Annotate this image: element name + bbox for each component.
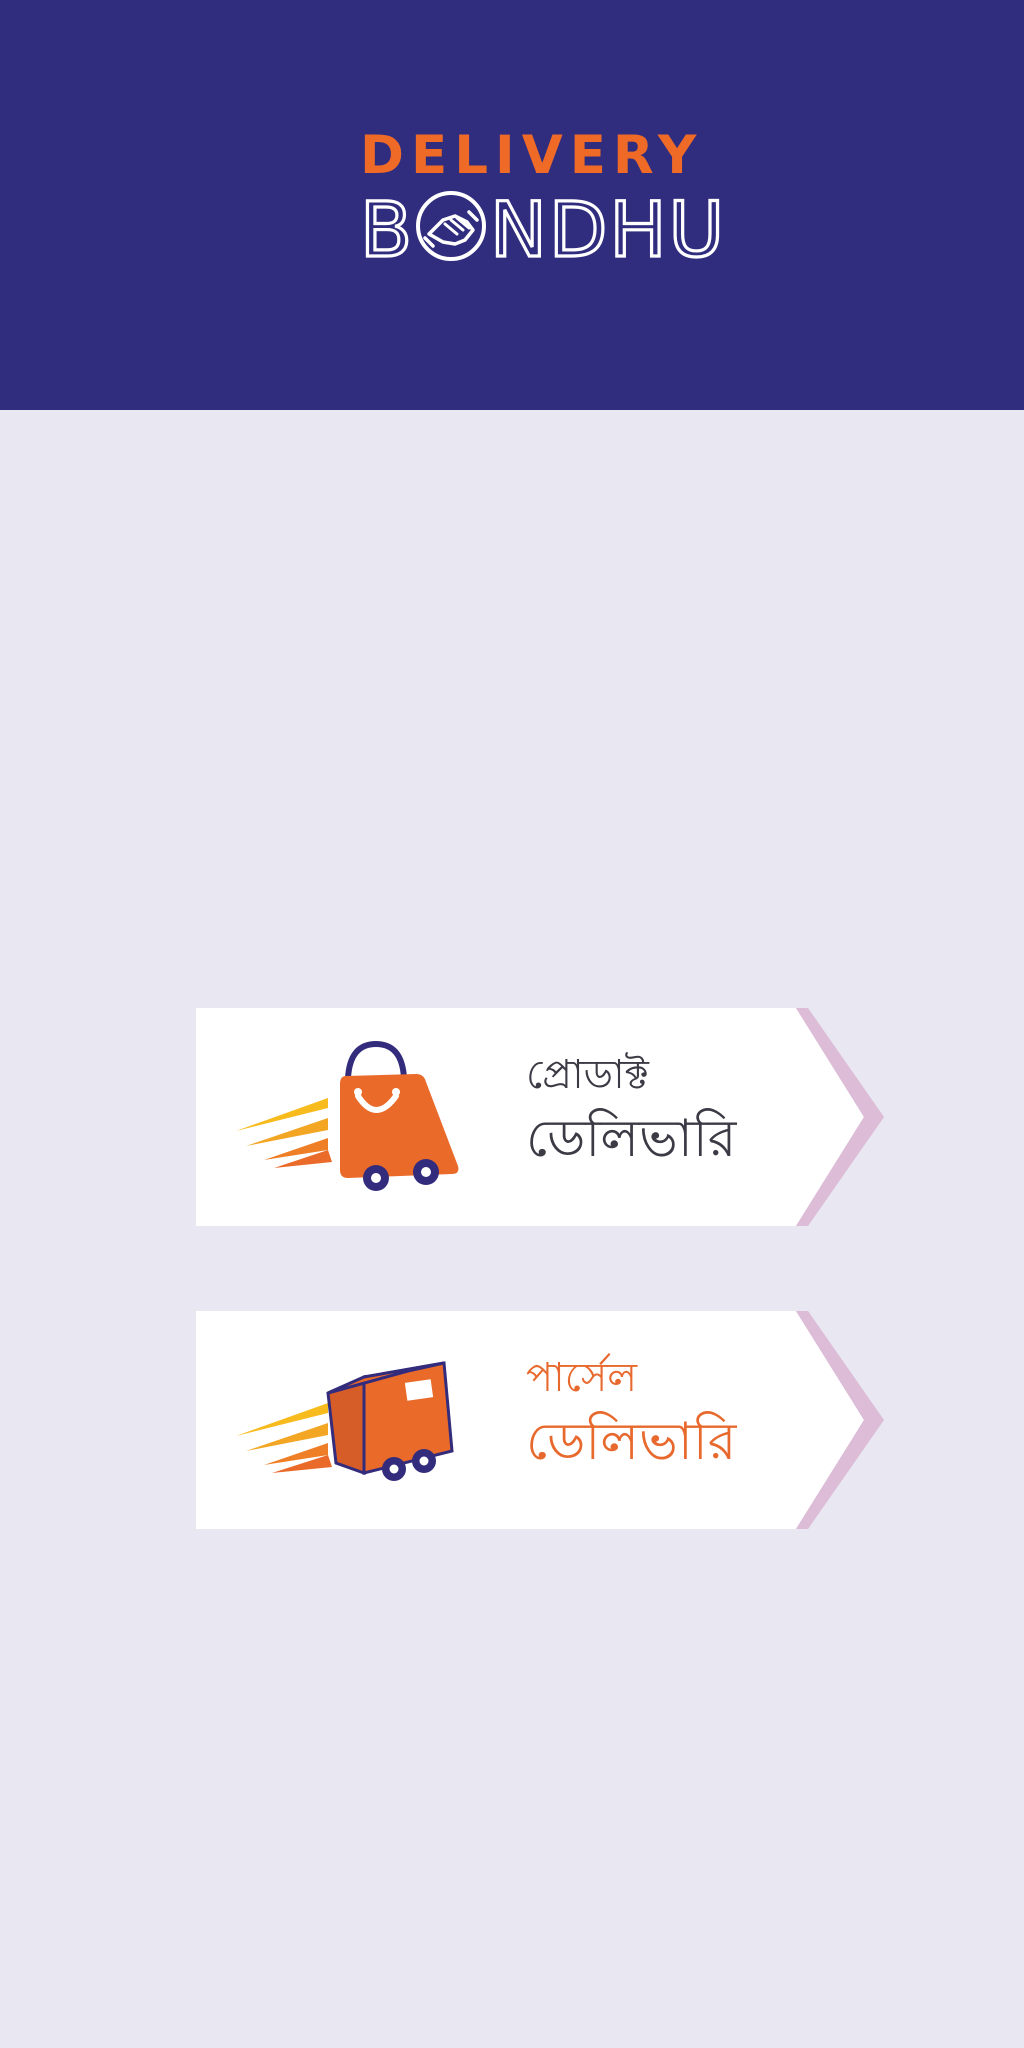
product-delivery-label: প্রোডাক্ট ডেলিভারি [526, 1046, 786, 1174]
product-delivery-line2: ডেলিভারি [526, 1109, 737, 1169]
shopping-bag-cart-icon [236, 1038, 466, 1198]
parcel-delivery-button[interactable]: পার্সেল ডেলিভারি [196, 1311, 884, 1529]
logo-bondhu-wordmark: B NDHU [360, 186, 720, 264]
product-delivery-button[interactable]: প্রোডাক্ট ডেলিভারি [196, 1008, 884, 1226]
logo-line-delivery: DELIVERY [360, 125, 704, 186]
logo-line-bondhu: B NDHU [360, 186, 720, 264]
delivery-bondhu-logo: DELIVERY B NDHU [360, 125, 720, 265]
handshake-icon [416, 191, 486, 261]
parcel-delivery-line2: ডেলিভারি [526, 1412, 737, 1472]
parcel-delivery-label: পার্সেল ডেলিভারি [526, 1349, 786, 1477]
logo-letter-b: B [360, 186, 412, 264]
parcel-delivery-line1: পার্সেল [526, 1355, 638, 1401]
logo-letters-ndhu: NDHU [490, 186, 720, 264]
app-header: DELIVERY B NDHU [0, 0, 1024, 410]
parcel-box-icon [236, 1341, 466, 1501]
product-delivery-line1: প্রোডাক্ট [526, 1052, 649, 1098]
